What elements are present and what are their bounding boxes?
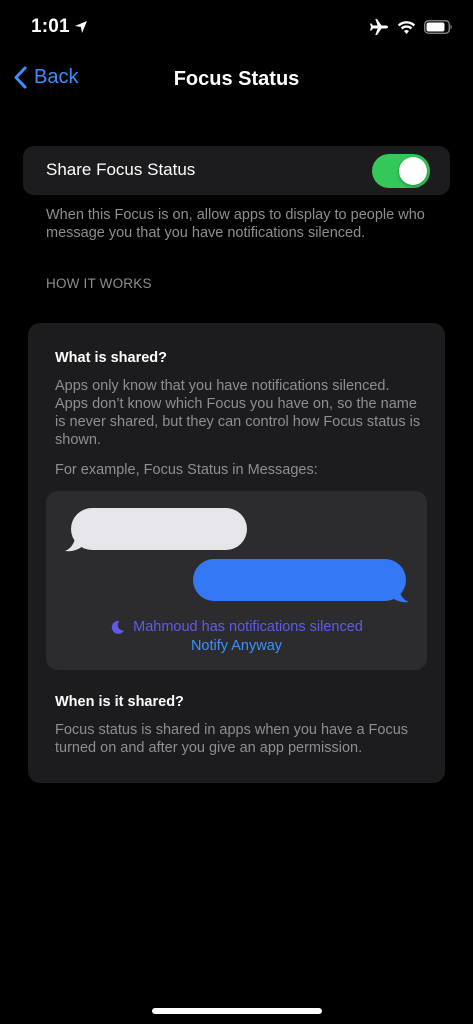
toggle-footer-note: When this Focus is on, allow apps to dis… xyxy=(46,207,425,241)
status-time: 1:01 xyxy=(31,16,88,38)
messages-example-preview: Mahmoud has notifications silenced Notif… xyxy=(46,491,427,670)
how-it-works-card: What is shared? Apps only know that you … xyxy=(28,323,445,783)
notifications-silenced-line: Mahmoud has notifications silenced xyxy=(46,619,427,635)
wifi-icon xyxy=(397,20,416,34)
share-focus-status-label: Share Focus Status xyxy=(46,160,196,179)
status-icons xyxy=(369,18,453,36)
notify-anyway-button[interactable]: Notify Anyway xyxy=(46,638,427,654)
section-header-how-it-works: HOW IT WORKS xyxy=(46,276,152,291)
received-message-bubble xyxy=(65,508,247,552)
airplane-icon xyxy=(370,19,388,35)
nav-bar: Back Focus Status xyxy=(0,56,473,104)
when-is-it-shared-heading: When is it shared? xyxy=(55,694,184,710)
location-arrow-icon xyxy=(74,21,87,33)
status-time-text: 1:01 xyxy=(31,16,70,37)
status-bar: 1:01 xyxy=(0,0,473,56)
page-title: Focus Status xyxy=(173,68,300,90)
sent-message-bubble xyxy=(193,559,409,603)
toggle-knob xyxy=(399,157,427,185)
home-indicator[interactable] xyxy=(152,1008,322,1014)
when-is-it-shared-body: Focus status is shared in apps when you … xyxy=(55,722,409,756)
battery-icon xyxy=(424,20,452,34)
notifications-silenced-text: Mahmoud has notifications silenced xyxy=(133,619,363,635)
moon-icon xyxy=(111,620,125,634)
example-intro: For example, Focus Status in Messages: xyxy=(55,462,318,478)
what-is-shared-heading: What is shared? xyxy=(55,350,167,366)
what-is-shared-body: Apps only know that you have notificatio… xyxy=(55,378,421,448)
message-bubbles xyxy=(65,508,409,603)
share-focus-status-toggle[interactable] xyxy=(372,154,430,188)
share-focus-status-row: Share Focus Status xyxy=(23,146,450,195)
